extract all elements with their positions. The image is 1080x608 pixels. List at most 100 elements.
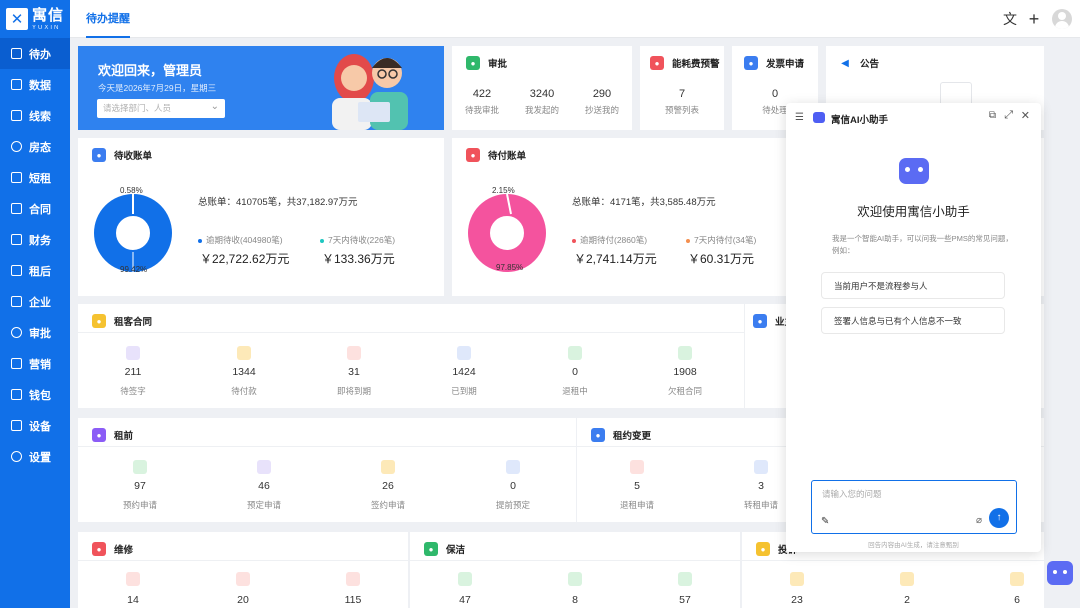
assistant-input[interactable]: 请输入您的问题 ✎ ⌀ ↑ [811, 480, 1017, 534]
receivable-pct-big: 99.42% [120, 265, 148, 274]
approval-user-icon: ● [466, 56, 480, 70]
ai-assistant-panel: ☰ 寓信AI小助手 ⧉ ⤢ ✕ 欢迎使用寓信小助手 我是一个智能AI助手，可以问… [786, 103, 1041, 552]
stat-cleaning-1[interactable]: 47 [425, 594, 505, 606]
checkout-icon [568, 346, 582, 360]
translate-icon[interactable]: 文 [1001, 10, 1019, 28]
overdue-dot-icon [198, 238, 202, 243]
add-icon[interactable]: + [1025, 10, 1043, 28]
sidebar-item-after-rent[interactable]: 租后 [0, 255, 70, 286]
sidebar-item-leads[interactable]: 线索 [0, 100, 70, 131]
stat-checking-out[interactable]: 0 [535, 366, 615, 378]
stat-early-booking[interactable]: 0 [473, 480, 553, 492]
reservation-icon [133, 460, 147, 474]
invoice-title: 发票申请 [766, 59, 805, 70]
building-icon [11, 296, 22, 307]
stat-arrears[interactable]: 1908 [645, 366, 725, 378]
receivable-card: ● 待收账单 0.58% 99.42% 总账单：410705笔，共37,182.9… [78, 138, 444, 296]
payable-icon: ● [466, 148, 480, 162]
sidebar-item-wallet[interactable]: 钱包 [0, 379, 70, 410]
stat-repair-1[interactable]: 14 [93, 594, 173, 606]
energy-title: 能耗费预警 [672, 59, 720, 70]
complaint-icon: ● [756, 542, 770, 556]
finance-icon [11, 234, 22, 245]
avatar[interactable] [1052, 9, 1072, 29]
sidebar-item-todo[interactable]: 待办 [0, 38, 70, 69]
stat-initiated[interactable]: 3240 我发起的 [512, 88, 572, 116]
tenant-contract-card: ● 租客合同 211 待签字 1344 待付款 31 即将到期 1424 已到期 … [78, 304, 744, 408]
sidebar-item-finance[interactable]: 财务 [0, 224, 70, 255]
approval-card: ● 审批 422 待我审批 3240 我发起的 290 抄送我的 [452, 46, 632, 130]
sidebar-item-marketing[interactable]: 营销 [0, 348, 70, 379]
invoice-icon: ● [744, 56, 758, 70]
stat-expiring[interactable]: 31 [314, 366, 394, 378]
stat-checkout-request[interactable]: 5 [597, 480, 677, 492]
brand-logo[interactable]: ✕ 寓信 YUXIN [0, 0, 70, 38]
stat-complaint-1[interactable]: 23 [757, 594, 837, 606]
energy-card: ● 能耗费预警 7 预警列表 [640, 46, 724, 130]
receivable-week-label: 7天内待收(226笔) [320, 234, 395, 246]
stat-repair-2[interactable]: 20 [203, 594, 283, 606]
checkout-request-icon [630, 460, 644, 474]
stat-repair-3[interactable]: 115 [313, 594, 393, 606]
sidebar-item-short-rent[interactable]: 短租 [0, 162, 70, 193]
stat-complaint-3[interactable]: 6 [977, 594, 1057, 606]
attachment-icon[interactable]: ⌀ [976, 515, 982, 526]
expand-icon[interactable]: ⤢ [1004, 109, 1013, 122]
pre-rent-icon: ● [92, 428, 106, 442]
expired-icon [457, 346, 471, 360]
sidebar-item-room-status[interactable]: 房态 [0, 131, 70, 162]
payable-title: 待付账单 [488, 151, 527, 162]
suggestion-item[interactable]: 签署人信息与已有个人信息不一致 [821, 307, 1005, 334]
receivable-donut [94, 194, 172, 272]
tenant-icon: ● [92, 314, 106, 328]
stat-expired[interactable]: 1424 [424, 366, 504, 378]
stat-complaint-2[interactable]: 2 [867, 594, 947, 606]
lease-change-icon: ● [591, 428, 605, 442]
chart-icon [11, 79, 22, 90]
sidebar-item-settings[interactable]: 设置 [0, 441, 70, 472]
calendar-icon [11, 172, 22, 183]
stat-cleaning-2[interactable]: 8 [535, 594, 615, 606]
stat-signing[interactable]: 26 [348, 480, 428, 492]
receivable-title: 待收账单 [114, 151, 153, 162]
stat-cleaning-3[interactable]: 57 [645, 594, 725, 606]
gear-icon [11, 451, 22, 462]
arrears-icon [678, 346, 692, 360]
menu-icon[interactable]: ☰ [795, 112, 804, 123]
tab-todo-reminder[interactable]: 待办提醒 [86, 0, 130, 38]
sidebar-item-device[interactable]: 设备 [0, 410, 70, 441]
stat-reservation[interactable]: 97 [100, 480, 180, 492]
overdue-dot-icon [572, 238, 576, 243]
stat-cc[interactable]: 290 抄送我的 [572, 88, 632, 116]
payment-icon [237, 346, 251, 360]
payable-week-label: 7天内待付(34笔) [686, 234, 756, 246]
floating-assistant-icon[interactable] [1047, 561, 1073, 585]
logo-icon: ✕ [6, 8, 28, 30]
house-icon [11, 141, 22, 152]
clear-icon[interactable]: ✎ [821, 516, 829, 527]
sidebar-item-contract[interactable]: 合同 [0, 193, 70, 224]
send-button[interactable]: ↑ [989, 508, 1009, 528]
contract-icon [11, 203, 22, 214]
stat-pending-payment[interactable]: 1344 [204, 366, 284, 378]
sidebar-item-data[interactable]: 数据 [0, 69, 70, 100]
stat-energy-warning[interactable]: 7 预警列表 [640, 88, 724, 116]
welcome-title: 欢迎回来，管理员 [98, 63, 203, 78]
sidebar: ✕ 寓信 YUXIN 待办 数据 线索 房态 短租 合同 财务 租后 企业 审批… [0, 0, 70, 608]
stat-pending-approval[interactable]: 422 待我审批 [452, 88, 512, 116]
suggestion-item[interactable]: 当前用户不是流程参与人 [821, 272, 1005, 299]
sidebar-item-enterprise[interactable]: 企业 [0, 286, 70, 317]
stat-pending-sign[interactable]: 211 [93, 366, 173, 378]
sidebar-item-approval[interactable]: 审批 [0, 317, 70, 348]
welcome-banner: 欢迎回来，管理员 今天是2026年7月29日，星期三 请选择部门、人员 [78, 46, 444, 130]
payable-pct-big: 97.85% [496, 263, 524, 272]
new-chat-icon[interactable]: ⧉ [989, 110, 996, 121]
signing-icon [381, 460, 395, 474]
device-icon [11, 420, 22, 431]
speaker-icon: ◀ [838, 56, 852, 70]
topbar: 待办提醒 文 + [70, 0, 1080, 38]
pre-rent-card: ● 租前 97 预约申请 46 预定申请 26 签约申请 0 提前预定 [78, 418, 576, 522]
stat-booking[interactable]: 46 [224, 480, 304, 492]
close-icon[interactable]: ✕ [1021, 109, 1030, 122]
department-select[interactable]: 请选择部门、人员 [97, 97, 225, 118]
